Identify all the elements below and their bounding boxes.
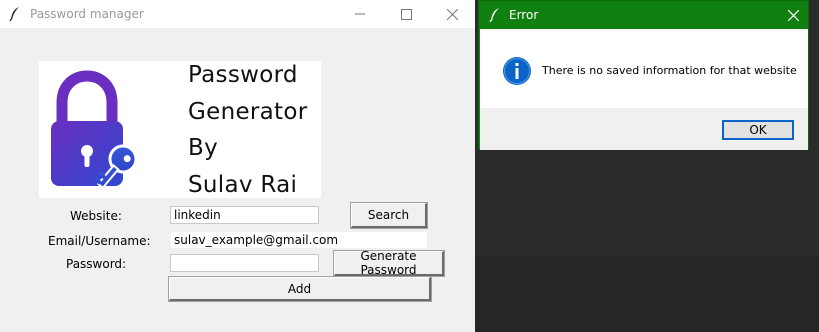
add-button[interactable]: Add [168, 276, 432, 302]
minimize-icon [355, 13, 365, 15]
padlock-key-icon [51, 70, 138, 190]
dialog-titlebar[interactable]: Error [479, 1, 808, 29]
logo-text: Password Generator By Sulav Rai [188, 57, 308, 203]
logo-line-4: Sulav Rai [188, 171, 298, 198]
logo-line-1: Password [188, 62, 298, 88]
ok-button[interactable]: OK [722, 120, 794, 140]
email-input[interactable]: sulav_example@gmail.com [170, 231, 428, 249]
info-icon [503, 57, 531, 85]
desktop-background [475, 256, 819, 332]
generate-password-button[interactable]: Generate Password [333, 249, 445, 277]
password-manager-window: Password manager Password Generator By S… [0, 0, 475, 332]
website-input[interactable]: linkedin [170, 206, 319, 224]
minimize-button[interactable] [337, 0, 383, 28]
password-input[interactable] [170, 254, 319, 272]
dialog-title: Error [509, 8, 539, 22]
dialog-close-button[interactable] [782, 5, 804, 25]
maximize-button[interactable] [383, 0, 429, 28]
main-titlebar[interactable]: Password manager [0, 0, 475, 28]
maximize-icon [400, 8, 412, 20]
password-label: Password: [66, 257, 127, 271]
dialog-footer: OK [480, 108, 808, 150]
search-button[interactable]: Search [350, 202, 428, 229]
error-dialog: Error There is no saved information for … [478, 0, 809, 150]
close-button[interactable] [429, 0, 475, 28]
feather-icon [489, 8, 499, 23]
close-icon [446, 8, 458, 20]
dialog-message: There is no saved information for that w… [542, 64, 797, 77]
logo-line-3: By [188, 135, 218, 161]
main-window-title: Password manager [30, 7, 144, 21]
close-icon [787, 9, 799, 21]
email-label: Email/Username: [48, 234, 151, 248]
website-label: Website: [70, 209, 122, 223]
dialog-body: There is no saved information for that w… [480, 29, 808, 108]
logo-line-2: Generator [188, 98, 308, 125]
feather-icon [9, 7, 19, 22]
